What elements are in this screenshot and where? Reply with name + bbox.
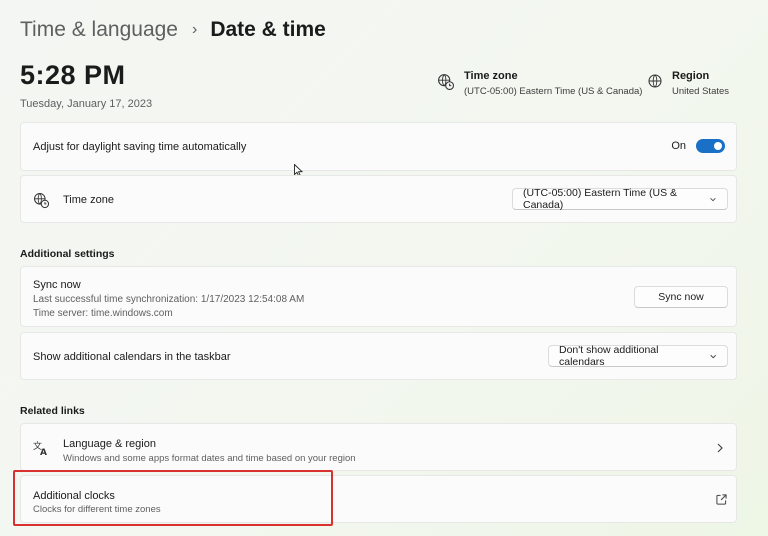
language-region-subtitle: Windows and some apps format dates and t… xyxy=(63,453,356,464)
page-title: Date & time xyxy=(210,18,326,41)
sync-now-button[interactable]: Sync now xyxy=(634,286,728,308)
time-server-text: Time server: time.windows.com xyxy=(33,308,173,319)
calendars-label: Show additional calendars in the taskbar xyxy=(33,351,231,363)
calendars-dropdown-value: Don't show additional calendars xyxy=(559,344,659,368)
last-sync-text: Last successful time synchronization: 1/… xyxy=(33,294,305,305)
open-external-icon xyxy=(716,494,727,505)
timezone-label: Time zone xyxy=(63,194,114,206)
daylight-saving-toggle[interactable] xyxy=(696,139,725,153)
breadcrumb-parent-link[interactable]: Time & language xyxy=(20,18,178,42)
globe-clock-icon xyxy=(34,193,50,209)
calendars-card: Show additional calendars in the taskbar… xyxy=(20,332,737,380)
timezone-dropdown-value: (UTC-05:00) Eastern Time (US & Canada) xyxy=(523,187,678,211)
daylight-saving-toggle-wrap: On xyxy=(671,139,725,153)
header-region-title: Region xyxy=(672,70,710,82)
header-timezone-value: (UTC-05:00) Eastern Time (US & Canada) xyxy=(464,86,643,97)
header-region-info: Region United States xyxy=(647,70,729,97)
sync-label: Sync now xyxy=(33,279,81,291)
language-icon: 文 A xyxy=(33,440,47,456)
header-timezone-title: Time zone xyxy=(464,70,518,82)
globe-icon xyxy=(648,74,662,88)
timezone-dropdown[interactable]: (UTC-05:00) Eastern Time (US & Canada) xyxy=(512,187,728,211)
language-region-link[interactable]: 文 A Language & region Windows and some a… xyxy=(20,423,737,471)
daylight-saving-label: Adjust for daylight saving time automati… xyxy=(33,141,247,153)
sync-card: Sync now Last successful time synchroniz… xyxy=(20,266,737,327)
globe-clock-icon xyxy=(438,74,455,91)
language-region-title: Language & region xyxy=(63,438,156,450)
header-region-value: United States xyxy=(672,86,730,97)
timezone-card: Time zone (UTC-05:00) Eastern Time (US &… xyxy=(20,175,737,223)
toggle-knob xyxy=(714,142,722,150)
current-time: 5:28 PM xyxy=(20,60,126,90)
chevron-right-icon xyxy=(717,443,723,453)
breadcrumb-separator: › xyxy=(191,21,198,38)
chevron-down-icon xyxy=(709,354,716,358)
header-timezone-info: Time zone (UTC-05:00) Eastern Time (US &… xyxy=(437,70,642,97)
daylight-saving-state: On xyxy=(671,140,686,152)
chevron-down-icon xyxy=(710,197,716,201)
related-links-heading: Related links xyxy=(20,405,85,417)
current-date: Tuesday, January 17, 2023 xyxy=(20,98,153,110)
calendars-dropdown[interactable]: Don't show additional calendars xyxy=(548,344,728,368)
highlight-annotation-box xyxy=(13,470,333,526)
additional-settings-heading: Additional settings xyxy=(20,248,115,260)
svg-text:A: A xyxy=(40,448,47,456)
daylight-saving-card: Adjust for daylight saving time automati… xyxy=(20,122,737,171)
breadcrumb: Time & language › Date & time xyxy=(20,15,326,45)
